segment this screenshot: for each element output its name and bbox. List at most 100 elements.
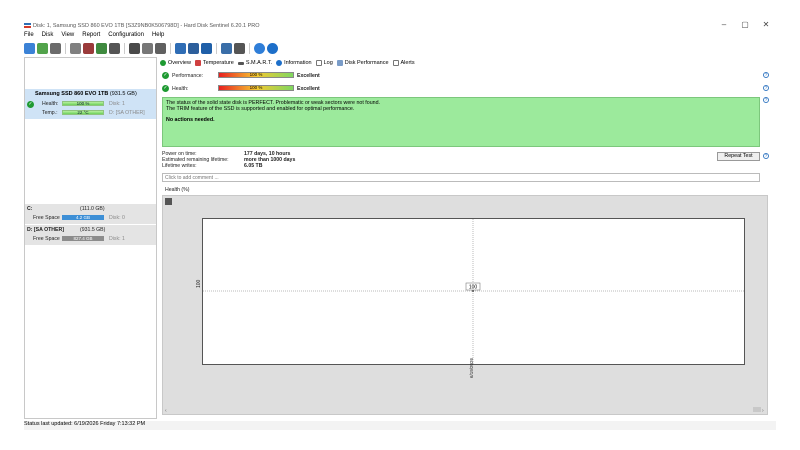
info-icon[interactable] (267, 43, 278, 54)
smart-icon (237, 61, 244, 65)
tab-log[interactable]: Log (315, 60, 333, 66)
tab-temperature[interactable]: Temperature (194, 60, 234, 66)
health-bar: 100 % (218, 85, 294, 91)
tab-alerts[interactable]: Alerts (392, 60, 415, 66)
minimize-button[interactable]: – (714, 18, 734, 32)
disk-icon[interactable] (70, 43, 81, 54)
tools-icon[interactable] (234, 43, 245, 54)
disk-tool-icon[interactable] (109, 43, 120, 54)
send-report-icon[interactable] (142, 43, 153, 54)
volume-disk: Disk: 1 (109, 236, 125, 242)
free-space-label: Free Space (33, 215, 60, 221)
disk-list-panel: Samsung SSD 860 EVO 1TB (931.5 GB) ✓ Hea… (24, 57, 157, 419)
thermometer-icon (194, 60, 201, 66)
chart-svg: 100 (203, 219, 744, 364)
close-button[interactable]: ✕ (756, 18, 776, 32)
tab-overview[interactable]: Overview (160, 60, 191, 66)
writes-label: Lifetime writes: (162, 163, 197, 169)
volume-size: (111.0 GB) (80, 206, 105, 212)
scroll-left-arrow[interactable]: ‹ (165, 408, 167, 414)
disk-test-icon[interactable] (83, 43, 94, 54)
data-point (472, 290, 474, 292)
help-icon[interactable]: ? (763, 97, 769, 103)
temp-minibar: 22 °C (62, 110, 104, 115)
writes-value: 6.05 TB (244, 163, 263, 169)
y-tick-label: 100 (196, 279, 202, 288)
scroll-right-arrow[interactable]: › (762, 408, 764, 414)
disk-list-icon[interactable] (50, 43, 61, 54)
tab-smart[interactable]: S.M.A.R.T. (237, 60, 272, 66)
list-view-icon[interactable] (175, 43, 186, 54)
volume-disk: Disk: 0 (109, 215, 125, 221)
menu-bar: File Disk View Report Configuration Help (24, 32, 164, 41)
monitor-icon[interactable] (201, 43, 212, 54)
tab-label: Overview (168, 60, 191, 66)
menu-report[interactable]: Report (82, 32, 100, 41)
refresh-icon[interactable] (24, 43, 35, 54)
toolbar-separator (124, 43, 125, 54)
status-action: No actions needed. (166, 117, 215, 123)
volume-c[interactable]: C: (111.0 GB) Free Space 4.2 GB Disk: 0 (25, 204, 156, 224)
title-bar: Disk: 1, Samsung SSD 860 EVO 1TB [S3Z9NB… (0, 0, 800, 32)
health-label: Health: (42, 101, 59, 107)
help-icon[interactable] (254, 43, 265, 54)
settings-icon[interactable] (221, 43, 232, 54)
toolbar-separator (216, 43, 217, 54)
folder-icon[interactable] (188, 43, 199, 54)
maximize-button[interactable]: ▢ (735, 18, 755, 32)
info-icon (276, 60, 283, 66)
scrollbar-thumb[interactable] (753, 407, 761, 412)
save-graph-icon[interactable] (165, 198, 172, 205)
tab-information[interactable]: Information (276, 60, 312, 66)
disk-index: Disk: 1 (109, 101, 125, 107)
health-ok-icon: ✓ (162, 85, 169, 92)
help-icon[interactable]: ? (763, 85, 769, 91)
health-rating: Excellent (297, 86, 320, 92)
performance-bar: 100 % (218, 72, 294, 78)
menu-view[interactable]: View (61, 32, 74, 41)
temp-label: Temp.: (42, 110, 58, 116)
free-space-bar: 4.2 GB (62, 215, 104, 220)
volume-letter: D: [SA OTHER] (27, 227, 64, 233)
printer-icon[interactable] (129, 43, 140, 54)
disk-name: Samsung SSD 860 EVO 1TB (35, 91, 109, 97)
menu-configuration[interactable]: Configuration (108, 32, 144, 41)
volume-letter: C: (27, 206, 33, 212)
comment-input[interactable] (162, 173, 760, 182)
menu-file[interactable]: File (24, 32, 34, 41)
disk-check-icon[interactable] (96, 43, 107, 54)
volume-size: (931.5 GB) (80, 227, 106, 233)
performance-label: Performance: (172, 73, 204, 79)
health-label: Health: (172, 86, 189, 92)
help-icon[interactable]: ? (763, 72, 769, 78)
alert-icon (392, 60, 399, 66)
status-description: The status of the solid state disk is PE… (162, 97, 760, 147)
toolbar-separator (65, 43, 66, 54)
performance-icon (336, 60, 343, 66)
tab-label: Temperature (202, 60, 234, 66)
performance-ok-icon: ✓ (162, 72, 169, 79)
refresh-all-icon[interactable] (37, 43, 48, 54)
health-graph-frame: 100 100 6/19/2026 ‹ › (162, 195, 768, 415)
app-icon (24, 22, 31, 29)
health-minibar: 100 % (62, 101, 104, 106)
menu-help[interactable]: Help (152, 32, 164, 41)
free-space-label: Free Space (33, 236, 60, 242)
toolbar-separator (170, 43, 171, 54)
performance-rating: Excellent (297, 73, 320, 79)
health-value: 100 % (76, 101, 90, 106)
free-space-bar: 827.4 GB (62, 236, 104, 241)
disk-entry-selected[interactable]: Samsung SSD 860 EVO 1TB (931.5 GB) ✓ Hea… (25, 89, 156, 119)
volume-d[interactable]: D: [SA OTHER] (931.5 GB) Free Space 827.… (25, 225, 156, 245)
repeat-test-button[interactable]: Repeat Test (717, 152, 760, 161)
menu-disk[interactable]: Disk (42, 32, 54, 41)
graph-title: Health (%) (165, 187, 190, 193)
save-report-icon[interactable] (155, 43, 166, 54)
x-tick-label: 6/19/2026 (469, 357, 474, 378)
help-icon[interactable]: ? (763, 153, 769, 159)
tab-bar: Overview Temperature S.M.A.R.T. Informat… (160, 58, 415, 68)
temp-value: 22 °C (77, 110, 89, 115)
status-bar: Status last updated: 6/19/2026 Friday 7:… (24, 421, 776, 430)
tab-disk-performance[interactable]: Disk Performance (336, 60, 389, 66)
tab-label: Disk Performance (344, 60, 389, 66)
